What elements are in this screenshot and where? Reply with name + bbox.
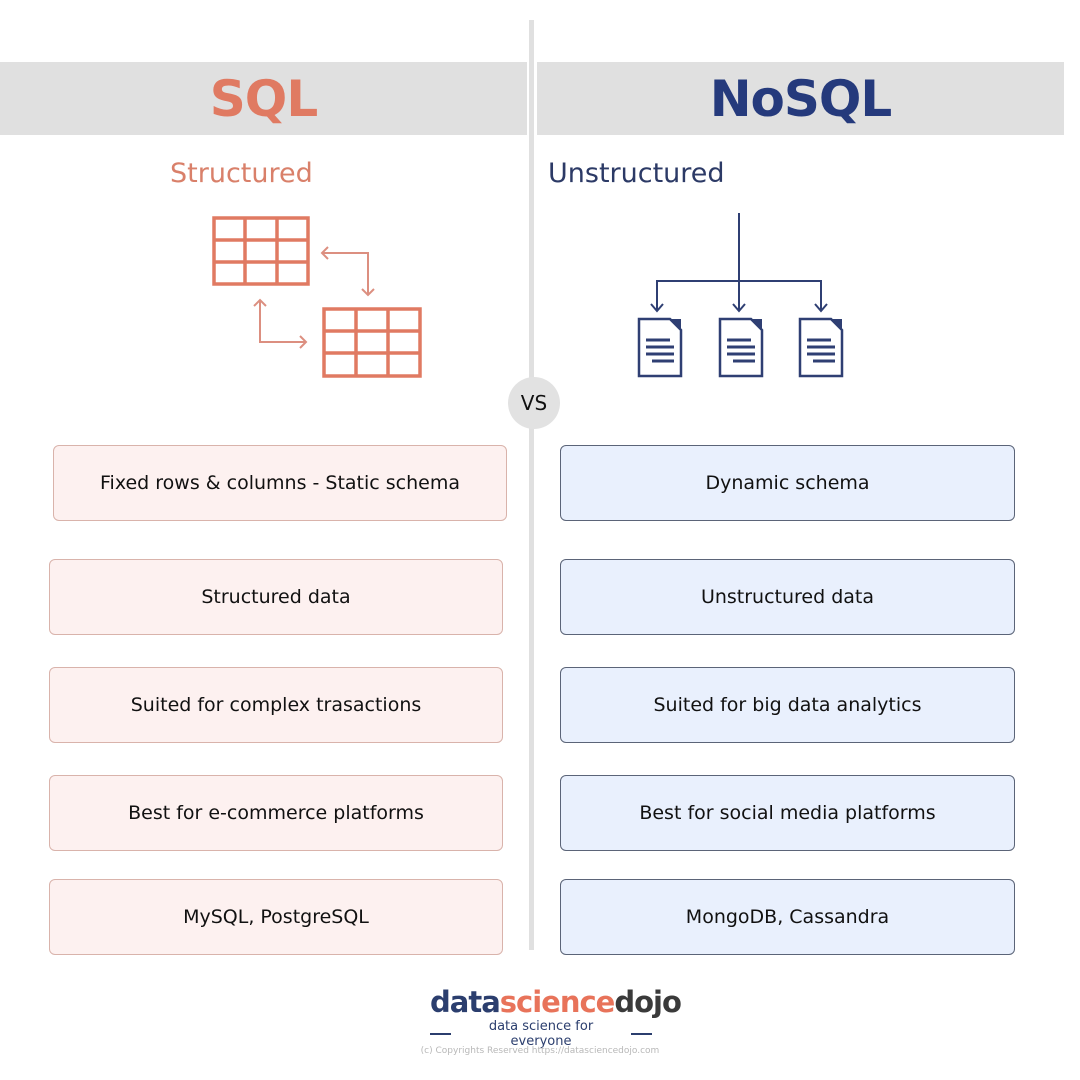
center-divider (529, 20, 534, 950)
nosql-feature-card: Unstructured data (560, 559, 1015, 635)
sql-feature-card: Suited for complex trasactions (49, 667, 503, 743)
nosql-feature-card: Dynamic schema (560, 445, 1015, 521)
document-icon-1 (637, 317, 683, 378)
logo-text-data: data (430, 985, 501, 1019)
nosql-header: NoSQL (537, 62, 1064, 135)
document-icon-3 (798, 317, 844, 378)
nosql-feature-card: Suited for big data analytics (560, 667, 1015, 743)
sql-feature-card: Best for e-commerce platforms (49, 775, 503, 851)
sql-header: SQL (0, 62, 527, 135)
brand-logo: datasciencedojo data science for everyon… (430, 985, 682, 1049)
nosql-feature-card: Best for social media platforms (560, 775, 1015, 851)
sql-title: SQL (209, 69, 318, 128)
copyright-text: (c) Copyrights Reserved https://datascie… (420, 1046, 660, 1056)
logo-tagline: data science for everyone (488, 1019, 594, 1049)
vs-badge: VS (508, 377, 560, 429)
sql-feature-card: Fixed rows & columns - Static schema (53, 445, 507, 521)
logo-text-dojo: dojo (614, 985, 682, 1019)
tagline-dash-right (630, 1033, 652, 1035)
document-icon-2 (718, 317, 764, 378)
nosql-subtitle: Unstructured (548, 158, 725, 189)
nosql-title: NoSQL (709, 69, 893, 128)
nosql-feature-card: MongoDB, Cassandra (560, 879, 1015, 955)
logo-text-science: science (499, 985, 616, 1019)
sql-subtitle: Structured (170, 158, 313, 189)
document-tree-icon (637, 213, 844, 378)
sql-feature-card: MySQL, PostgreSQL (49, 879, 503, 955)
sql-feature-card: Structured data (49, 559, 503, 635)
tagline-dash-left (430, 1033, 452, 1035)
relational-tables-icon (212, 216, 422, 378)
